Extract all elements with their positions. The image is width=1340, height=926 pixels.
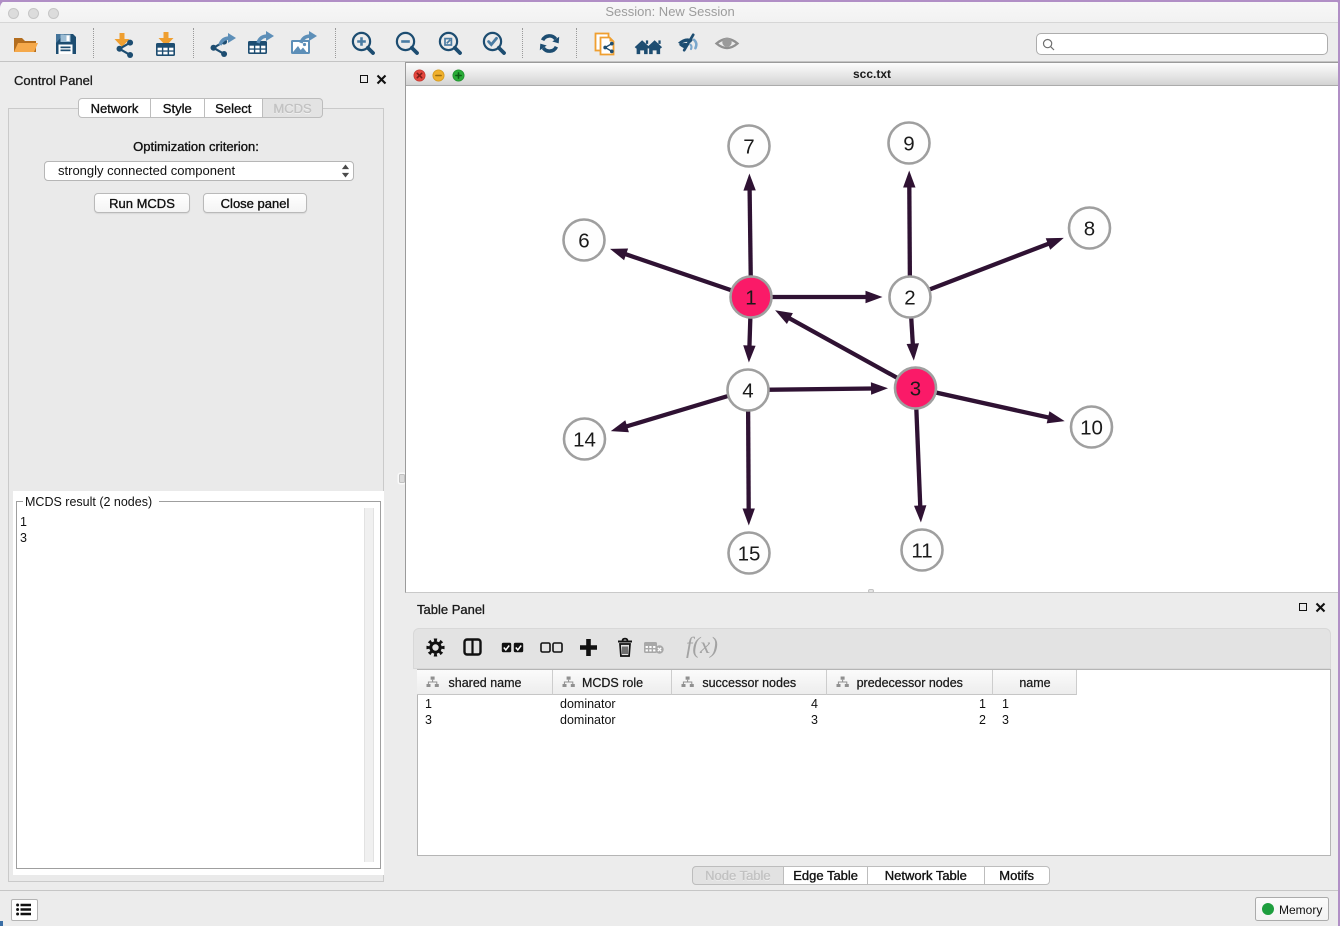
svg-text:9: 9: [903, 132, 914, 155]
svg-text:7: 7: [743, 135, 754, 158]
svg-text:11: 11: [911, 539, 932, 562]
svg-text:8: 8: [1084, 217, 1095, 240]
svg-text:4: 4: [742, 379, 753, 402]
svg-text:15: 15: [738, 542, 761, 565]
svg-text:6: 6: [578, 229, 589, 252]
svg-text:14: 14: [573, 428, 596, 451]
svg-text:3: 3: [910, 377, 921, 400]
svg-text:2: 2: [904, 286, 915, 309]
svg-text:1: 1: [745, 286, 756, 309]
svg-text:10: 10: [1080, 416, 1103, 439]
